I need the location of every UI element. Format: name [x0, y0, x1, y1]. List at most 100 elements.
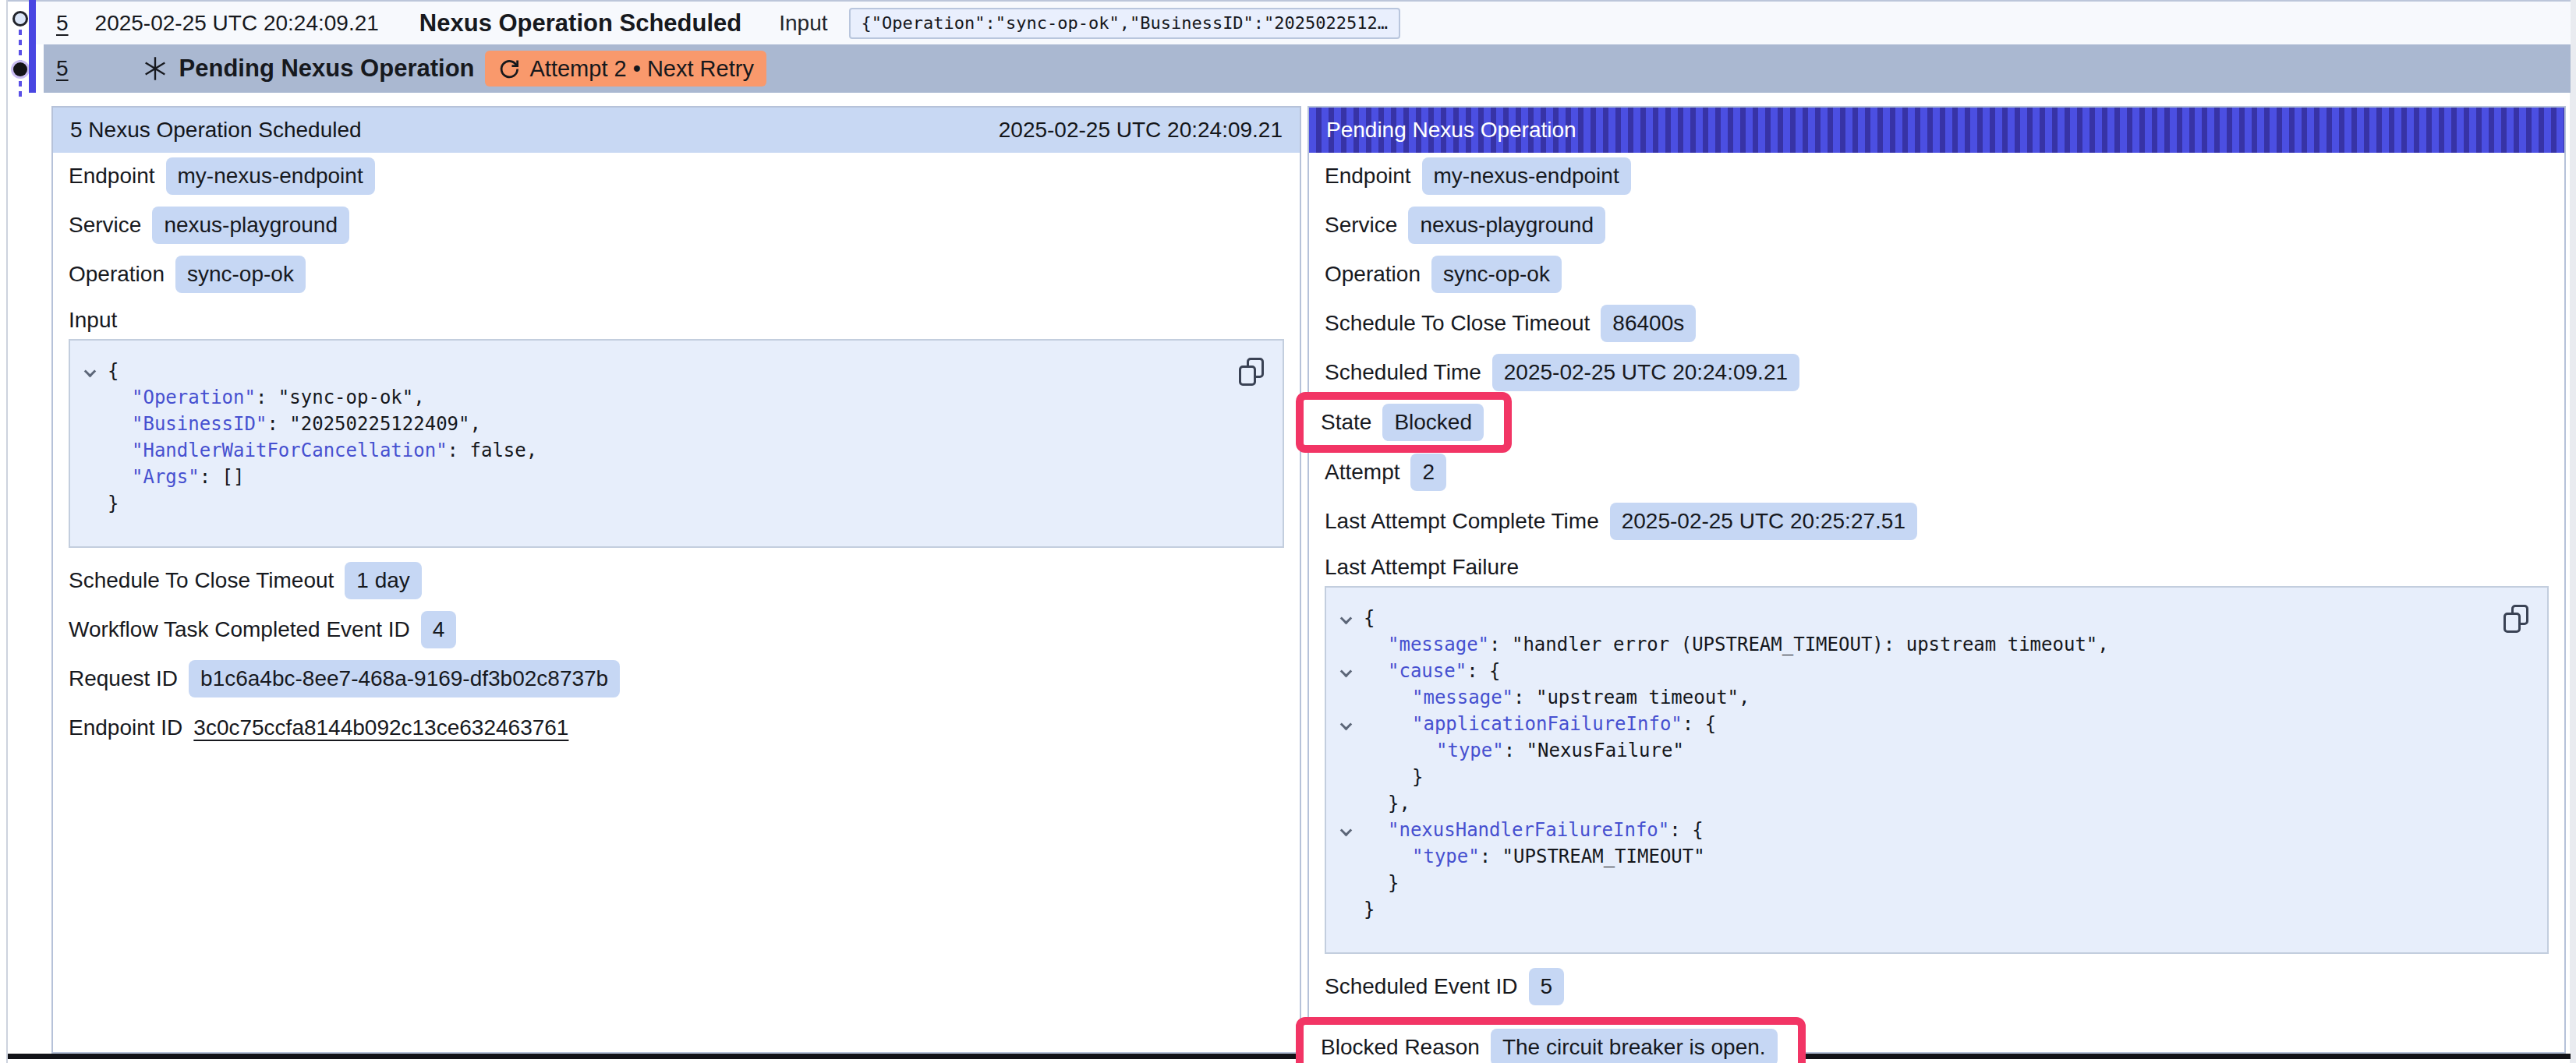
field-row-endpoint-id: Endpoint ID 3c0c75ccfa8144b092c13ce632463… [69, 709, 1284, 747]
pending-operation-panel: Pending Nexus Operation Endpoint my-nexus… [1307, 106, 2566, 1054]
collapse-chevron-icon[interactable] [1340, 825, 1353, 837]
field-value: 2025-02-25 UTC 20:25:27.51 [1610, 503, 1917, 540]
field-value: 5 [1529, 968, 1565, 1005]
timeline-connector [19, 30, 22, 61]
field-value: nexus-playground [152, 207, 349, 244]
field-value: 2025-02-25 UTC 20:24:09.21 [1492, 354, 1799, 391]
code-line: }, [1334, 790, 2528, 817]
code-line: "Args": [] [78, 464, 1264, 490]
field-label: Request ID [69, 666, 178, 691]
field-row-service: Service nexus-playground [69, 207, 1284, 244]
code-line: "Operation": "sync-op-ok", [78, 384, 1264, 411]
code-line: } [1334, 870, 2528, 896]
field-label: Schedule To Close Timeout [69, 568, 334, 593]
field-label: Endpoint [1325, 164, 1411, 189]
code-line: "message": "handler error (UPSTREAM_TIME… [1334, 631, 2528, 658]
field-value: Blocked [1382, 404, 1484, 441]
pending-operation-header: Pending Nexus Operation [1309, 108, 2564, 153]
code-line: { [1334, 605, 2528, 631]
field-label: Scheduled Event ID [1325, 974, 1518, 999]
code-line: "BusinessID": "20250225122409", [78, 411, 1264, 437]
field-value: 4 [421, 611, 457, 648]
field-row-service: Servicenexus-playground [1325, 207, 2549, 244]
event-row-pending[interactable]: 5 Pending Nexus Operation Attempt 2 • Ne… [44, 44, 2571, 93]
panel-title: 5 Nexus Operation Scheduled [70, 118, 362, 143]
timeline-connector [19, 81, 22, 100]
top-border [8, 0, 2571, 2]
field-row-scheduled-event-id: Scheduled Event ID 5 [1325, 968, 2549, 1005]
field-row-schedule-to-close-timeout: Schedule To Close Timeout 1 day [69, 562, 1284, 599]
field-label: Attempt [1325, 460, 1399, 485]
field-value: b1c6a4bc-8ee7-468a-9169-df3b02c8737b [189, 660, 620, 697]
field-value: sync-op-ok [175, 256, 306, 293]
pending-asterisk-icon [143, 56, 167, 81]
code-line: "type": "UPSTREAM_TIMEOUT" [1334, 843, 2528, 870]
retry-icon [497, 57, 521, 80]
code-line: } [1334, 896, 2528, 923]
field-label-input: Input [69, 305, 1284, 336]
event-detail-header: 5 Nexus Operation Scheduled 2025-02-25 U… [53, 108, 1300, 153]
json-viewer-input: {"Operation": "sync-op-ok","BusinessID":… [69, 339, 1284, 548]
panel-timestamp: 2025-02-25 UTC 20:24:09.21 [999, 118, 1283, 143]
field-row-endpoint: Endpoint my-nexus-endpoint [69, 157, 1284, 195]
field-row-operation: Operation sync-op-ok [1325, 256, 2549, 293]
highlighted-field-row-state: State Blocked [1296, 392, 1512, 453]
code-line: } [1334, 764, 2528, 790]
field-value: my-nexus-endpoint [166, 157, 375, 195]
field-value[interactable]: 3c0c75ccfa8144b092c13ce632463761 [193, 715, 568, 740]
field-row-scheduled-time: Scheduled Time 2025-02-25 UTC 20:24:09.21 [1325, 354, 2549, 391]
code-line: "message": "upstream timeout", [1334, 684, 2528, 711]
collapse-chevron-icon[interactable] [84, 366, 97, 378]
event-title: Pending Nexus Operation [179, 55, 475, 83]
event-timestamp: 2025-02-25 UTC 20:24:09.21 [95, 11, 379, 36]
timeline-event-dot-filled[interactable] [11, 60, 30, 79]
field-row-endpoint: Endpoint my-nexus-endpoint [1325, 157, 2549, 195]
code-line: } [78, 490, 1264, 517]
code-line: "applicationFailureInfo": { [1334, 711, 2528, 737]
collapse-chevron-icon[interactable] [1340, 719, 1353, 731]
highlighted-field-row-blocked-reason: Blocked ReasonThe circuit breaker is ope… [1296, 1017, 1806, 1063]
event-title: Nexus Operation Scheduled [419, 9, 741, 37]
field-label: Service [1325, 213, 1397, 238]
field-row-schedule-to-close-timeout: Schedule To Close Timeout 86400s [1325, 305, 2549, 342]
field-label: Service [69, 213, 141, 238]
event-detail-panel: 5 Nexus Operation Scheduled 2025-02-25 U… [51, 106, 1301, 1054]
field-value: 2 [1410, 454, 1446, 491]
field-label: Workflow Task Completed Event ID [69, 617, 410, 642]
event-id-link[interactable]: 5 [56, 56, 69, 81]
collapse-chevron-icon[interactable] [1340, 666, 1353, 678]
field-label: Operation [69, 262, 165, 287]
timeline-event-dot-open[interactable] [12, 11, 28, 26]
json-viewer-last-attempt-failure: {"message": "handler error (UPSTREAM_TIM… [1325, 586, 2549, 954]
field-label: Endpoint ID [69, 715, 182, 740]
input-preview-chip[interactable]: {"Operation":"sync-op-ok","BusinessID":"… [849, 8, 1401, 39]
code-line: "HandlerWaitForCancellation": false, [78, 437, 1264, 464]
field-value: sync-op-ok [1431, 256, 1562, 293]
field-value: 1 day [345, 562, 422, 599]
field-label: Scheduled Time [1325, 360, 1481, 385]
panel-title: Pending Nexus Operation [1326, 118, 1576, 143]
field-row-workflow-task-completed-event-id: Workflow Task Completed Event ID 4 [69, 611, 1284, 648]
code-line: { [78, 358, 1264, 384]
field-row-operation: Operation sync-op-ok [69, 256, 1284, 293]
field-value: 86400s [1601, 305, 1696, 342]
field-row-attempt: Attempt 2 [1325, 454, 2549, 491]
event-id-link[interactable]: 5 [56, 11, 69, 36]
code-line: "cause": { [1334, 658, 2528, 684]
field-label: Operation [1325, 262, 1421, 287]
field-value: my-nexus-endpoint [1422, 157, 1631, 195]
event-row-scheduled[interactable]: 5 2025-02-25 UTC 20:24:09.21 Nexus Opera… [35, 2, 2571, 44]
code-line: "type": "NexusFailure" [1334, 737, 2528, 764]
right-gutter [2570, 0, 2576, 1063]
collapse-chevron-icon[interactable] [1340, 613, 1353, 625]
field-label: Last Attempt Complete Time [1325, 509, 1599, 534]
field-label: Endpoint [69, 164, 155, 189]
input-label: Input [779, 11, 827, 36]
field-label: Schedule To Close Timeout [1325, 311, 1590, 336]
timeline-left-border [6, 0, 8, 1063]
field-label-last-attempt-failure: Last Attempt Failure [1325, 552, 2549, 583]
field-row-request-id: Request ID b1c6a4bc-8ee7-468a-9169-df3b02… [69, 660, 1284, 697]
field-label: State [1321, 410, 1371, 435]
attempt-retry-badge: Attempt 2 • Next Retry [485, 51, 766, 87]
code-line: "nexusHandlerFailureInfo": { [1334, 817, 2528, 843]
